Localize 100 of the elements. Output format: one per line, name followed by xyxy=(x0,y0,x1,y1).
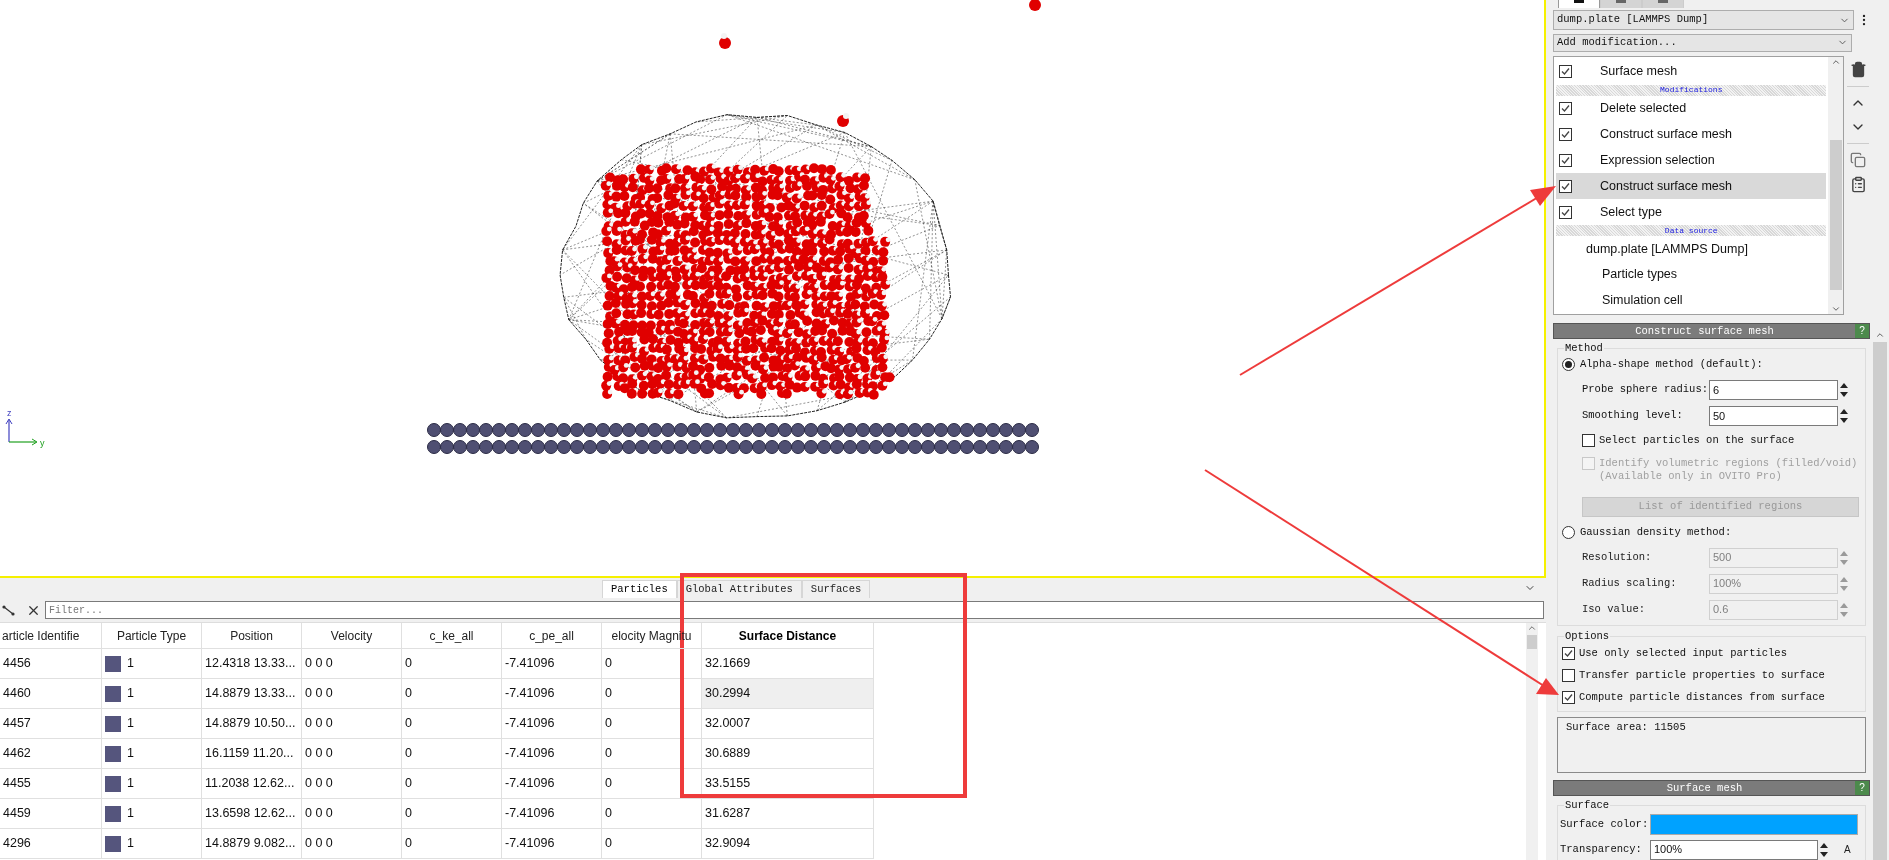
table-cell: -7.41096 xyxy=(502,829,602,859)
table-cell: 32.0007 xyxy=(702,709,874,739)
column-header[interactable]: Position xyxy=(202,623,302,649)
checkbox-label: Use only selected input particles xyxy=(1579,645,1787,661)
table-cell: 4460 xyxy=(0,679,102,709)
table-cell: 0 xyxy=(602,649,702,679)
table-cell: 31.6287 xyxy=(702,799,874,829)
table-cell: 0 0 0 xyxy=(302,769,402,799)
checkbox[interactable] xyxy=(1582,433,1595,447)
checkbox-label: Transfer particle properties to surface xyxy=(1579,667,1825,683)
table-cell: 0 xyxy=(402,829,502,859)
table-cell: 32.9094 xyxy=(702,829,874,859)
field-label: Surface color: xyxy=(1560,816,1650,832)
table-cell: 0 0 0 xyxy=(302,799,402,829)
column-header[interactable]: Surface Distance xyxy=(702,623,874,649)
checkbox[interactable] xyxy=(1562,647,1575,661)
item-label: Construct surface mesh xyxy=(1600,126,1732,144)
viewport[interactable]: z y xyxy=(0,0,1546,578)
axis-tripod-icon xyxy=(5,418,38,446)
checkbox[interactable] xyxy=(1559,127,1572,141)
add-modification-dropdown[interactable]: Add modification... xyxy=(1553,34,1852,52)
table-cell: -7.41096 xyxy=(502,649,602,679)
table-cell: 0 xyxy=(602,739,702,769)
checkbox[interactable] xyxy=(1559,205,1572,219)
radio-label: Gaussian density method: xyxy=(1580,524,1732,540)
checkbox[interactable] xyxy=(1559,179,1572,193)
section-header: Modifications xyxy=(1556,84,1827,96)
table-cell: 4296 xyxy=(0,829,102,859)
delete-icon[interactable] xyxy=(1849,60,1867,78)
help-button[interactable]: ? xyxy=(1855,780,1869,795)
pipeline-item[interactable]: Select type xyxy=(1556,199,1827,226)
pipeline-item[interactable]: Construct surface mesh xyxy=(1556,121,1827,148)
copy-icon[interactable] xyxy=(1850,151,1867,168)
column-header[interactable]: Velocity xyxy=(302,623,402,649)
tab[interactable]: Global Attributes xyxy=(676,580,802,598)
checkbox[interactable] xyxy=(1559,65,1572,79)
source-dropdown[interactable]: dump.plate [LAMMPS Dump] xyxy=(1553,10,1854,30)
pipeline-item[interactable]: Simulation cell xyxy=(1556,287,1827,314)
color-swatch[interactable] xyxy=(1650,814,1858,836)
table-cell: 1 xyxy=(102,739,202,769)
number-field[interactable]: 50 xyxy=(1709,405,1838,426)
table-cell: -7.41096 xyxy=(502,709,602,739)
number-field[interactable]: 100% xyxy=(1650,839,1818,860)
table-cell: 4457 xyxy=(0,709,102,739)
axis-label: y xyxy=(40,438,45,448)
column-header[interactable]: Particle Type xyxy=(102,623,202,649)
table-cell: -7.41096 xyxy=(502,769,602,799)
radio-button[interactable] xyxy=(1562,526,1575,540)
pipeline-item[interactable]: Construct surface mesh xyxy=(1556,173,1827,200)
column-header[interactable]: c_pe_all xyxy=(502,623,602,649)
pipeline-item[interactable]: Expression selection xyxy=(1556,147,1827,174)
pipeline-item[interactable]: Surface mesh xyxy=(1556,58,1827,85)
field-label: Probe sphere radius: xyxy=(1582,381,1709,397)
filter-field[interactable]: Filter... xyxy=(45,601,1544,619)
section-header: Data source xyxy=(1556,225,1827,236)
panel-tab[interactable] xyxy=(1558,0,1600,8)
checkbox-label: Select particles on the surface xyxy=(1599,433,1795,447)
pipeline-item[interactable]: Particle types xyxy=(1556,261,1827,288)
table-cell: 33.5155 xyxy=(702,769,874,799)
table-cell: -7.41096 xyxy=(502,739,602,769)
tab[interactable]: Particles xyxy=(602,580,677,598)
animate-key-label[interactable]: A xyxy=(1844,842,1851,858)
table-cell: 30.6889 xyxy=(702,739,874,769)
item-label: Select type xyxy=(1600,203,1662,221)
radio-button[interactable] xyxy=(1562,358,1575,372)
table-cell: 0 0 0 xyxy=(302,679,402,709)
scroll-up-icon[interactable] xyxy=(1875,330,1885,340)
scroll-up-icon[interactable] xyxy=(1527,623,1537,633)
column-header[interactable]: article Identifie xyxy=(0,623,102,649)
help-button[interactable]: ? xyxy=(1855,323,1869,338)
table-cell: 30.2994 xyxy=(702,679,874,709)
table-cell: 1 xyxy=(102,709,202,739)
table-cell: 1 xyxy=(102,679,202,709)
field-label: Smoothing level: xyxy=(1582,407,1684,423)
table-cell: 0 xyxy=(402,769,502,799)
item-label: Construct surface mesh xyxy=(1600,177,1732,195)
connector-icon[interactable] xyxy=(2,603,16,617)
table-cell: 0 0 0 xyxy=(302,649,402,679)
tab[interactable]: Surfaces xyxy=(801,580,871,598)
checkbox[interactable] xyxy=(1559,153,1572,167)
scrollbar-thumb[interactable] xyxy=(1527,635,1537,649)
number-field[interactable]: 6 xyxy=(1709,379,1838,400)
pipeline-item[interactable]: Delete selected xyxy=(1556,95,1827,122)
table-cell: 16.1159 11.20... xyxy=(202,739,302,769)
column-header[interactable]: c_ke_all xyxy=(402,623,502,649)
checkbox[interactable] xyxy=(1562,669,1575,683)
table-cell: 0 xyxy=(402,799,502,829)
table-cell: 14.8879 13.33... xyxy=(202,679,302,709)
table-cell: 0 xyxy=(602,799,702,829)
pipeline-item[interactable]: dump.plate [LAMMPS Dump] xyxy=(1556,236,1827,262)
table-cell: 0 xyxy=(402,679,502,709)
table-cell: 4456 xyxy=(0,649,102,679)
checkbox[interactable] xyxy=(1559,102,1572,116)
table-cell: 4455 xyxy=(0,769,102,799)
status-box: Surface area: 11505 xyxy=(1557,716,1866,773)
item-label: Delete selected xyxy=(1600,100,1687,118)
table-cell: 1 xyxy=(102,769,202,799)
clipboard-icon[interactable] xyxy=(1849,175,1867,193)
checkbox-label: Compute particle distances from surface xyxy=(1579,689,1825,705)
checkbox[interactable] xyxy=(1562,691,1575,705)
